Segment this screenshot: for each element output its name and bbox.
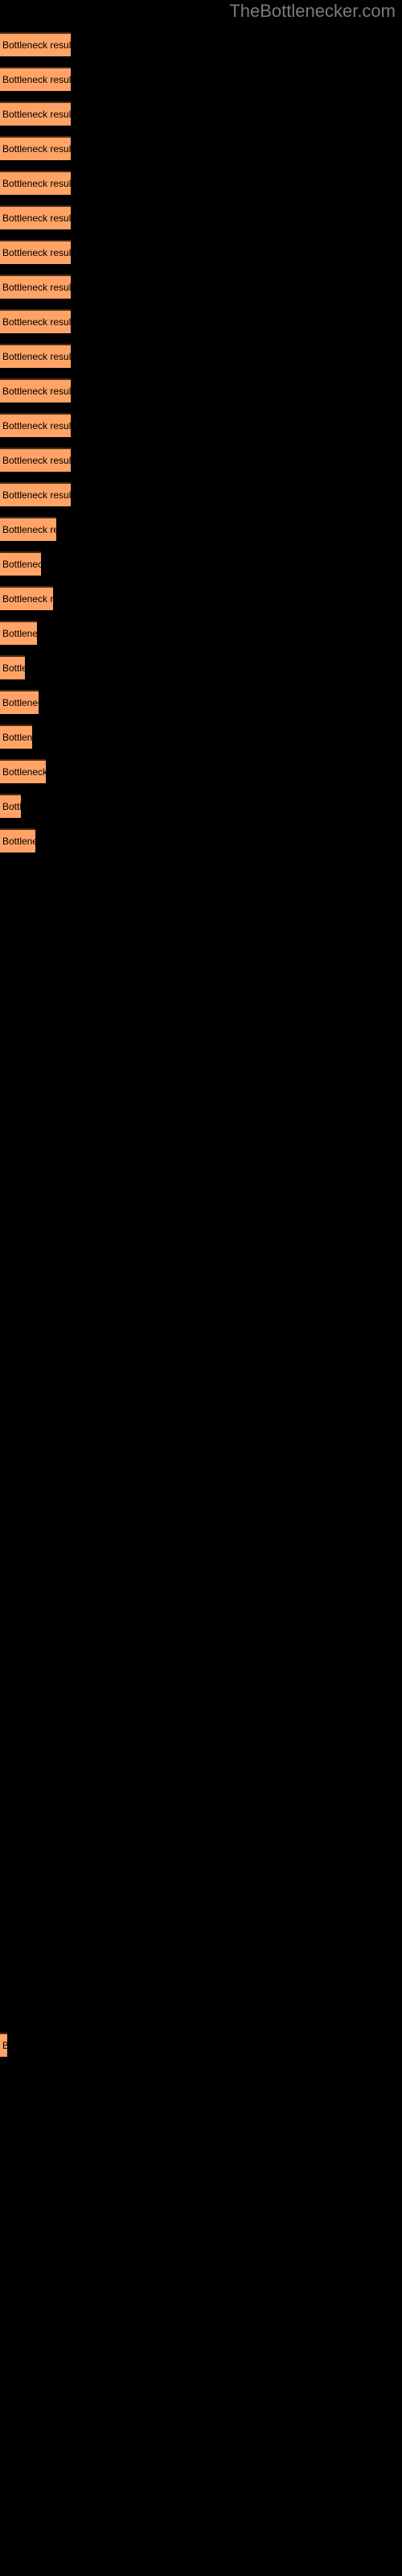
bar-row: Bottleneck result (0, 586, 53, 610)
bar-row: Bottleneck result (0, 2033, 7, 2057)
bottleneck-result-bar[interactable]: Bottleneck result (0, 448, 71, 472)
bar-row: Bottleneck result (0, 759, 46, 783)
bar-row: Bottleneck result (0, 517, 56, 541)
bar-label: Bottleneck result (2, 524, 56, 535)
bottleneck-result-bar[interactable]: Bottleneck result (0, 551, 41, 576)
bottleneck-result-bar[interactable]: Bottleneck result (0, 621, 37, 645)
bar-label: Bottleneck result (2, 663, 25, 674)
bottleneck-result-bar[interactable]: Bottleneck result (0, 586, 53, 610)
bottleneck-result-bar[interactable]: Bottleneck result (0, 309, 71, 333)
bar-label: Bottleneck result (2, 732, 32, 743)
bar-row: Bottleneck result (0, 482, 71, 506)
bar-row: Bottleneck result (0, 32, 71, 56)
bar-label: Bottleneck result (2, 455, 71, 466)
bar-label: Bottleneck result (2, 351, 71, 362)
bottleneck-result-bar[interactable]: Bottleneck result (0, 32, 71, 56)
bar-label: Bottleneck result (2, 836, 35, 847)
bottleneck-result-bar[interactable]: Bottleneck result (0, 655, 25, 679)
bottleneck-result-bar[interactable]: Bottleneck result (0, 690, 39, 714)
bottleneck-result-bar[interactable]: Bottleneck result (0, 378, 71, 402)
bar-row: Bottleneck result (0, 828, 35, 852)
bottleneck-result-bar[interactable]: Bottleneck result (0, 240, 71, 264)
bar-label: Bottleneck result (2, 109, 71, 120)
bar-row: Bottleneck result (0, 621, 37, 645)
bottleneck-result-bar[interactable]: Bottleneck result (0, 828, 35, 852)
bar-row: Bottleneck result (0, 309, 71, 333)
bottleneck-result-bar[interactable]: Bottleneck result (0, 171, 71, 195)
bar-label: Bottleneck result (2, 247, 71, 258)
bottleneck-result-bar[interactable]: Bottleneck result (0, 759, 46, 783)
bar-label: Bottleneck result (2, 697, 39, 708)
bar-row: Bottleneck result (0, 378, 71, 402)
bar-label: Bottleneck result (2, 489, 71, 501)
bar-row: Bottleneck result (0, 344, 71, 368)
bar-label: Bottleneck result (2, 628, 37, 639)
bar-row: Bottleneck result (0, 67, 71, 91)
bar-row: Bottleneck result (0, 101, 71, 126)
bar-row: Bottleneck result (0, 794, 21, 818)
bottleneck-result-bar[interactable]: Bottleneck result (0, 2033, 7, 2057)
bar-row: Bottleneck result (0, 690, 39, 714)
bar-label: Bottleneck result (2, 593, 53, 605)
bottleneck-bar-chart: Bottleneck result Bottleneck result Bottle… (0, 0, 402, 2576)
bar-label: Bottleneck result (2, 39, 71, 51)
bottleneck-result-bar[interactable]: Bottleneck result (0, 344, 71, 368)
bar-label: Bottleneck result (2, 559, 41, 570)
bar-label: Bottleneck result (2, 213, 71, 224)
bar-row: Bottleneck result (0, 551, 41, 576)
bar-label: Bottleneck result (2, 801, 21, 812)
bar-label: Bottleneck result (2, 282, 71, 293)
bar-row: Bottleneck result (0, 448, 71, 472)
bar-label: Bottleneck result (2, 420, 71, 431)
bottleneck-result-bar[interactable]: Bottleneck result (0, 413, 71, 437)
bar-row: Bottleneck result (0, 275, 71, 299)
bar-row: Bottleneck result (0, 724, 32, 749)
bottleneck-result-bar[interactable]: Bottleneck result (0, 101, 71, 126)
bar-label: Bottleneck result (2, 143, 71, 155)
bar-row: Bottleneck result (0, 205, 71, 229)
bottleneck-result-bar[interactable]: Bottleneck result (0, 724, 32, 749)
bar-label: Bottleneck result (2, 766, 46, 778)
bottleneck-result-bar[interactable]: Bottleneck result (0, 205, 71, 229)
bottleneck-result-bar[interactable]: Bottleneck result (0, 482, 71, 506)
bottleneck-result-bar[interactable]: Bottleneck result (0, 794, 21, 818)
bottleneck-result-bar[interactable]: Bottleneck result (0, 275, 71, 299)
bar-label: Bottleneck result (2, 2034, 7, 2057)
bottleneck-result-bar[interactable]: Bottleneck result (0, 67, 71, 91)
bottleneck-result-bar[interactable]: Bottleneck result (0, 136, 71, 160)
bar-label: Bottleneck result (2, 74, 71, 85)
bar-row: Bottleneck result (0, 413, 71, 437)
bar-row: Bottleneck result (0, 136, 71, 160)
bar-row: Bottleneck result (0, 240, 71, 264)
bottleneck-result-bar[interactable]: Bottleneck result (0, 517, 56, 541)
bar-row: Bottleneck result (0, 655, 25, 679)
bar-label: Bottleneck result (2, 316, 71, 328)
bar-row: Bottleneck result (0, 171, 71, 195)
bar-label: Bottleneck result (2, 386, 71, 397)
bar-label: Bottleneck result (2, 178, 71, 189)
